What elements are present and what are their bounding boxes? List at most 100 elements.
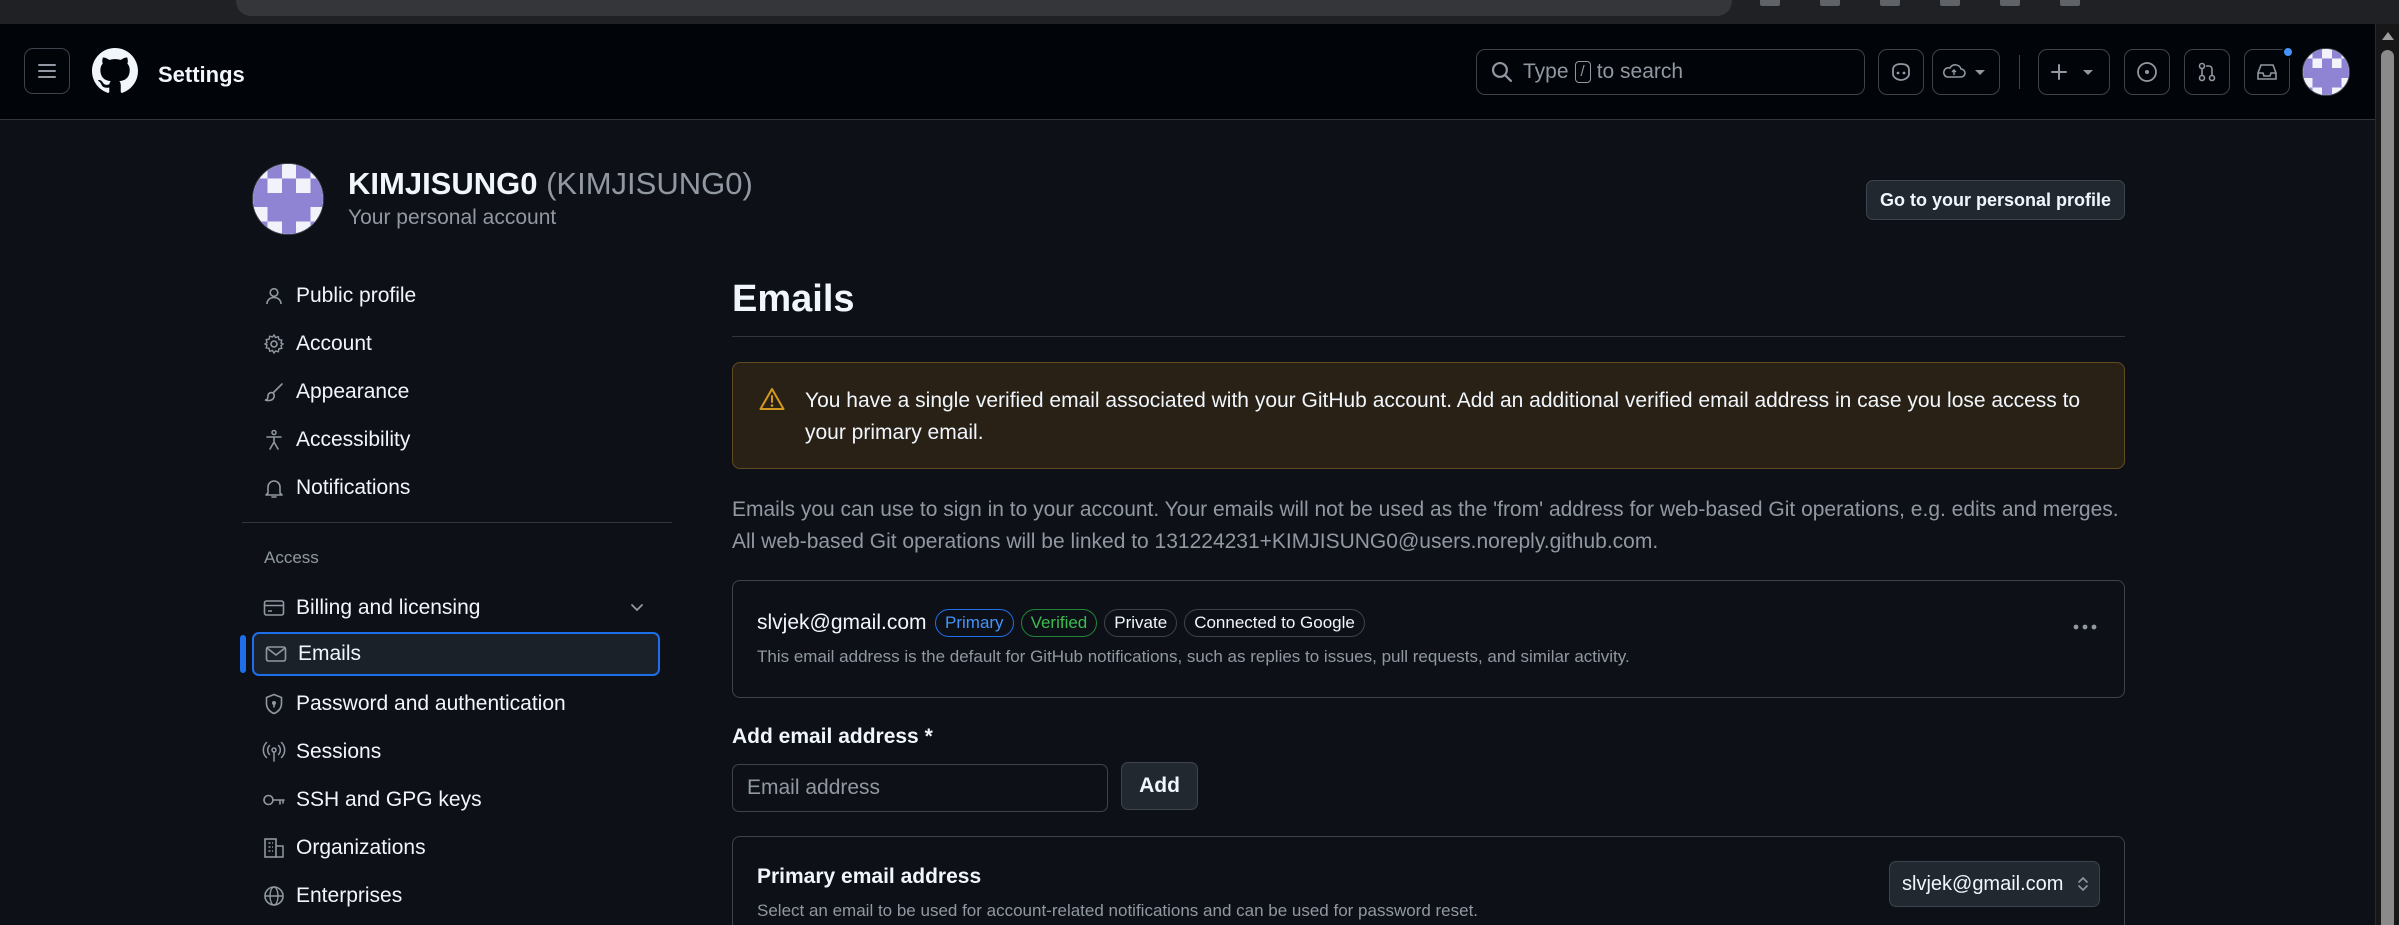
email-badges: Primary Verified Private Connected to Go…: [935, 609, 1365, 637]
extension-icon[interactable]: [2060, 0, 2080, 6]
plus-chevron-icon: [2051, 64, 2093, 80]
git-pull-request-icon: [2198, 62, 2216, 82]
connected-google-badge: Connected to Google: [1184, 609, 1365, 637]
mail-icon: [254, 645, 298, 663]
copilot-icon: [1892, 63, 1910, 81]
search-icon: [1491, 61, 1513, 83]
search-placeholder-suffix: to search: [1596, 60, 1684, 83]
sidebar-item-emails[interactable]: Emails: [252, 632, 660, 676]
email-address: slvjek@gmail.com: [757, 611, 927, 634]
email-default-note: This email address is the default for Gi…: [757, 647, 1630, 666]
primary-email-select[interactable]: slvjek@gmail.com: [1889, 861, 2100, 907]
account-type-label: Your personal account: [348, 206, 557, 229]
verified-badge: Verified: [1020, 609, 1098, 637]
header-divider: [2019, 55, 2020, 89]
person-icon: [252, 286, 296, 306]
emails-description: Emails you can use to sign in to your ac…: [732, 498, 2119, 553]
sidebar-item-ssh-gpg[interactable]: SSH and GPG keys: [252, 778, 660, 822]
accessibility-icon: [252, 429, 296, 451]
sidebar-item-label: SSH and GPG keys: [296, 788, 482, 811]
extension-icon[interactable]: [1760, 0, 1780, 6]
email-address-input[interactable]: [732, 764, 1108, 812]
primary-email-section: Primary email address Select an email to…: [732, 836, 2125, 925]
browser-toolbar: [0, 0, 2399, 24]
credit-card-icon: [252, 599, 296, 617]
email-list-item: slvjek@gmail.com Primary Verified Privat…: [732, 580, 2125, 698]
sidebar-item-sessions[interactable]: Sessions: [252, 730, 660, 774]
sidebar-item-label: Account: [296, 332, 372, 355]
primary-email-note: Select an email to be used for account-r…: [757, 901, 1479, 920]
primary-badge: Primary: [935, 609, 1014, 637]
sidebar-item-label: Organizations: [296, 836, 426, 859]
copilot-menu-button[interactable]: [1932, 49, 2000, 95]
sidebar-item-label: Notifications: [296, 476, 411, 499]
key-icon: [252, 790, 296, 810]
sidebar-item-label: Public profile: [296, 284, 417, 307]
primary-email-selected: slvjek@gmail.com: [1902, 872, 2064, 895]
sidebar-divider: [242, 522, 672, 523]
sidebar-item-account[interactable]: Account: [252, 322, 660, 366]
kebab-horizontal-icon[interactable]: [2072, 623, 2098, 631]
sidebar-item-public-profile[interactable]: Public profile: [252, 274, 660, 318]
sidebar-item-billing[interactable]: Billing and licensing: [252, 586, 660, 630]
sidebar-item-appearance[interactable]: Appearance: [252, 370, 660, 414]
account-name[interactable]: KIMJISUNG0 (KIMJISUNG0): [348, 166, 753, 202]
shield-lock-icon: [252, 693, 296, 715]
notification-indicator: [2282, 46, 2294, 58]
extension-icon[interactable]: [1880, 0, 1900, 6]
sidebar-item-accessibility[interactable]: Accessibility: [252, 418, 660, 462]
single-email-warning: You have a single verified email associa…: [732, 362, 2125, 469]
alert-icon: [759, 387, 785, 411]
scrollbar-thumb[interactable]: [2381, 50, 2394, 925]
browser-address-bar[interactable]: [236, 0, 1732, 16]
browser-extension-icons: [1760, 0, 2080, 6]
sidebar-item-label: Enterprises: [296, 884, 403, 907]
private-badge: Private: [1104, 609, 1178, 637]
menu-button[interactable]: [24, 48, 70, 94]
inbox-icon: [2257, 64, 2277, 80]
extension-icon[interactable]: [2000, 0, 2020, 6]
sidebar-item-notifications[interactable]: Notifications: [252, 466, 660, 510]
title-divider: [732, 336, 2125, 337]
organization-icon: [252, 837, 296, 859]
profile-avatar[interactable]: [252, 163, 324, 235]
sidebar-item-label: Password and authentication: [296, 692, 566, 715]
github-logo-icon[interactable]: [92, 48, 138, 94]
bell-icon: [252, 477, 296, 499]
sidebar-item-label: Sessions: [296, 740, 382, 763]
extension-icon[interactable]: [1820, 0, 1840, 6]
search-shortcut-key: /: [1574, 61, 1591, 83]
create-new-button[interactable]: [2038, 49, 2110, 95]
sidebar-item-enterprises[interactable]: Enterprises: [252, 874, 660, 918]
cloud-chevron-icon: [1943, 64, 1985, 78]
app-header: Settings Type / to search: [0, 24, 2375, 120]
scroll-up-arrow-icon[interactable]: [2382, 32, 2394, 40]
sidebar-section-heading: Access: [264, 548, 319, 567]
go-to-profile-button[interactable]: Go to your personal profile: [1866, 180, 2125, 220]
pull-requests-button[interactable]: [2184, 49, 2230, 95]
gear-icon: [252, 333, 296, 355]
paintbrush-icon: [252, 381, 296, 403]
search-input[interactable]: Type / to search: [1476, 49, 1865, 95]
page-title: Emails: [732, 278, 855, 320]
user-avatar[interactable]: [2302, 48, 2350, 96]
sidebar-item-password-auth[interactable]: Password and authentication: [252, 682, 660, 726]
warning-text: You have a single verified email associa…: [805, 389, 2081, 444]
page-scrollbar[interactable]: [2375, 24, 2399, 925]
select-caret-icon: [2077, 875, 2089, 893]
sidebar-item-label: Emails: [298, 642, 362, 665]
issues-button[interactable]: [2124, 49, 2170, 95]
issue-opened-icon: [2137, 62, 2157, 82]
identicon-icon: [2303, 49, 2349, 95]
chevron-down-icon[interactable]: [628, 598, 646, 616]
extension-icon[interactable]: [1940, 0, 1960, 6]
add-email-label: Add email address *: [732, 725, 933, 748]
sidebar-item-label: Billing and licensing: [296, 596, 481, 619]
account-display-name[interactable]: KIMJISUNG0: [348, 166, 537, 201]
active-nav-indicator: [240, 635, 246, 673]
add-email-button[interactable]: Add: [1121, 762, 1198, 810]
sidebar-item-organizations[interactable]: Organizations: [252, 826, 660, 870]
page-context-title[interactable]: Settings: [158, 62, 245, 88]
copilot-button[interactable]: [1878, 49, 1924, 95]
hamburger-icon: [38, 64, 56, 78]
